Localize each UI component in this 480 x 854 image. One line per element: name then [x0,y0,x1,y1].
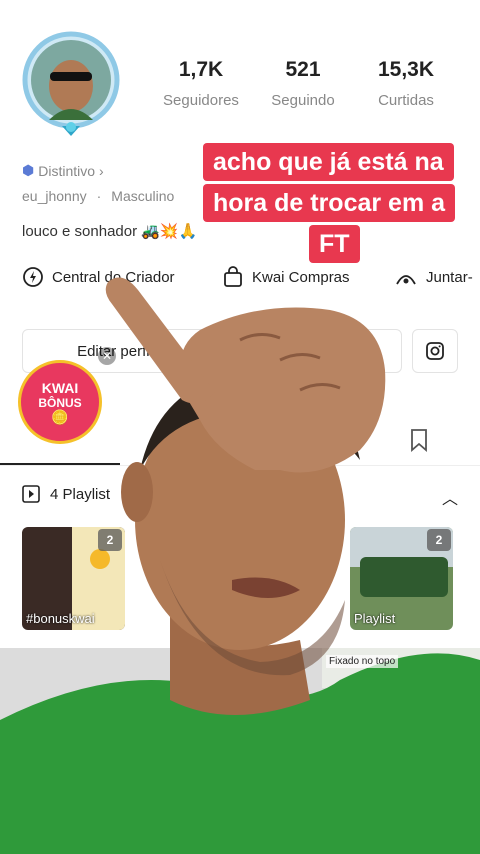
caption-line-2: hora de trocar em a [203,184,456,222]
close-icon[interactable]: ✕ [98,347,116,365]
caption-line-3: FT [309,225,360,263]
bonus-line2: BÔNUS [38,395,82,410]
coin-icon: 🪙 [51,408,69,425]
pinned-label: Fixado no topo [326,655,399,668]
caption-line-1: acho que já está na [203,143,454,181]
bonus-line1: KWAI [41,379,79,396]
ear [121,462,153,522]
kwai-bonus-badge[interactable]: KWAI BÔNUS 🪙 [18,360,102,444]
